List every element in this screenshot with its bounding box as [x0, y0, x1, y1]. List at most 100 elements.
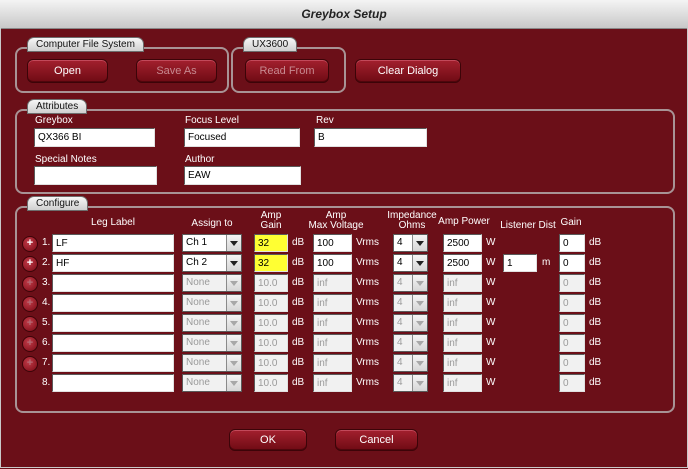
chevron-down-icon[interactable]	[412, 335, 427, 351]
add-leg-button[interactable]: +	[22, 276, 38, 292]
assign-to-select[interactable]: Ch 1	[182, 234, 242, 252]
row-number: 6.	[42, 337, 51, 348]
amp-power-field[interactable]: inf	[443, 334, 482, 352]
add-leg-button[interactable]: +	[22, 236, 38, 252]
chevron-down-icon[interactable]	[226, 355, 241, 371]
ok-button[interactable]: OK	[229, 429, 307, 451]
add-leg-button[interactable]: +	[22, 256, 38, 272]
leg-label-field[interactable]	[52, 354, 174, 372]
amp-max-voltage-field[interactable]: inf	[313, 354, 352, 372]
amp-power-unit: W	[486, 277, 496, 288]
leg-label-field[interactable]	[52, 374, 174, 392]
leg-label-field[interactable]	[52, 274, 174, 292]
assign-to-select[interactable]: Ch 2	[182, 254, 242, 272]
gain-field[interactable]: 0	[559, 314, 585, 332]
impedance-select[interactable]: 4	[393, 374, 428, 392]
chevron-down-icon[interactable]	[226, 295, 241, 311]
max-voltage-unit: Vrms	[356, 297, 379, 308]
clear-dialog-button[interactable]: Clear Dialog	[355, 59, 461, 83]
amp-power-field[interactable]: inf	[443, 274, 482, 292]
gain-field[interactable]: 0	[559, 374, 585, 392]
impedance-select[interactable]: 4	[393, 274, 428, 292]
amp-power-field[interactable]: 2500	[443, 254, 482, 272]
add-leg-button[interactable]: +	[22, 356, 38, 372]
amp-power-field[interactable]: inf	[443, 374, 482, 392]
impedance-select[interactable]: 4	[393, 314, 428, 332]
special-notes-field[interactable]	[34, 166, 157, 185]
chevron-down-icon[interactable]	[226, 275, 241, 291]
gain-field[interactable]: 0	[559, 334, 585, 352]
amp-power-field[interactable]: inf	[443, 294, 482, 312]
chevron-down-icon[interactable]	[226, 335, 241, 351]
greybox-field[interactable]: QX366 BI	[34, 128, 155, 147]
impedance-select[interactable]: 4	[393, 334, 428, 352]
amp-gain-field[interactable]: 10.0	[254, 334, 288, 352]
chevron-down-icon[interactable]	[412, 355, 427, 371]
amp-max-voltage-field[interactable]: inf	[313, 274, 352, 292]
gain-field[interactable]: 0	[559, 354, 585, 372]
amp-gain-field[interactable]: 10.0	[254, 274, 288, 292]
listener-dist-field[interactable]: 1	[503, 254, 537, 272]
amp-max-voltage-field[interactable]: inf	[313, 334, 352, 352]
focus-level-field[interactable]: Focused	[184, 128, 300, 147]
chevron-down-icon[interactable]	[412, 295, 427, 311]
row-number: 4.	[42, 297, 51, 308]
add-leg-button[interactable]: +	[22, 316, 38, 332]
assign-to-select[interactable]: None	[182, 314, 242, 332]
chevron-down-icon[interactable]	[412, 235, 427, 251]
gain-field[interactable]: 0	[559, 274, 585, 292]
rev-field[interactable]: B	[314, 128, 427, 147]
impedance-select[interactable]: 4	[393, 254, 428, 272]
amp-gain-field[interactable]: 10.0	[254, 294, 288, 312]
chevron-down-icon[interactable]	[412, 375, 427, 391]
assign-to-select[interactable]: None	[182, 374, 242, 392]
chevron-down-icon[interactable]	[226, 235, 241, 251]
amp-max-voltage-field[interactable]: 100	[313, 234, 352, 252]
impedance-select[interactable]: 4	[393, 354, 428, 372]
assign-to-select[interactable]: None	[182, 274, 242, 292]
add-leg-button[interactable]: +	[22, 296, 38, 312]
amp-gain-field[interactable]: 32	[254, 234, 288, 252]
chevron-down-icon[interactable]	[412, 315, 427, 331]
amp-gain-field[interactable]: 10.0	[254, 314, 288, 332]
open-button[interactable]: Open	[27, 59, 108, 83]
leg-label-field[interactable]	[52, 334, 174, 352]
cancel-button[interactable]: Cancel	[335, 429, 418, 451]
impedance-select[interactable]: 4	[393, 294, 428, 312]
impedance-header-line2: Ohms	[398, 220, 426, 231]
max-voltage-unit: Vrms	[356, 337, 379, 348]
read-from-button[interactable]: Read From	[245, 59, 329, 83]
assign-to-select[interactable]: None	[182, 294, 242, 312]
gain-field[interactable]: 0	[559, 294, 585, 312]
amp-gain-field[interactable]: 10.0	[254, 354, 288, 372]
chevron-down-icon[interactable]	[226, 375, 241, 391]
title-bar: Greybox Setup	[0, 0, 688, 29]
leg-label-field[interactable]: HF	[52, 254, 174, 272]
add-leg-button[interactable]: +	[22, 336, 38, 352]
amp-max-voltage-field[interactable]: inf	[313, 294, 352, 312]
amp-max-voltage-field[interactable]: inf	[313, 314, 352, 332]
amp-gain-field[interactable]: 32	[254, 254, 288, 272]
assign-to-select[interactable]: None	[182, 354, 242, 372]
amp-gain-field[interactable]: 10.0	[254, 374, 288, 392]
chevron-down-icon[interactable]	[412, 255, 427, 271]
gain-field[interactable]: 0	[559, 254, 585, 272]
save-as-button[interactable]: Save As	[136, 59, 217, 83]
impedance-value: 4	[397, 377, 403, 388]
chevron-down-icon[interactable]	[226, 255, 241, 271]
amp-power-field[interactable]: 2500	[443, 234, 482, 252]
leg-label-field[interactable]	[52, 294, 174, 312]
assign-to-header: Assign to	[191, 218, 233, 229]
amp-max-voltage-field[interactable]: inf	[313, 374, 352, 392]
amp-power-field[interactable]: inf	[443, 354, 482, 372]
author-field[interactable]: EAW	[184, 166, 301, 185]
impedance-select[interactable]: 4	[393, 234, 428, 252]
assign-to-select[interactable]: None	[182, 334, 242, 352]
amp-power-field[interactable]: inf	[443, 314, 482, 332]
chevron-down-icon[interactable]	[226, 315, 241, 331]
amp-max-voltage-field[interactable]: 100	[313, 254, 352, 272]
leg-label-field[interactable]: LF	[52, 234, 174, 252]
chevron-down-icon[interactable]	[412, 275, 427, 291]
gain-field[interactable]: 0	[559, 234, 585, 252]
leg-label-field[interactable]	[52, 314, 174, 332]
